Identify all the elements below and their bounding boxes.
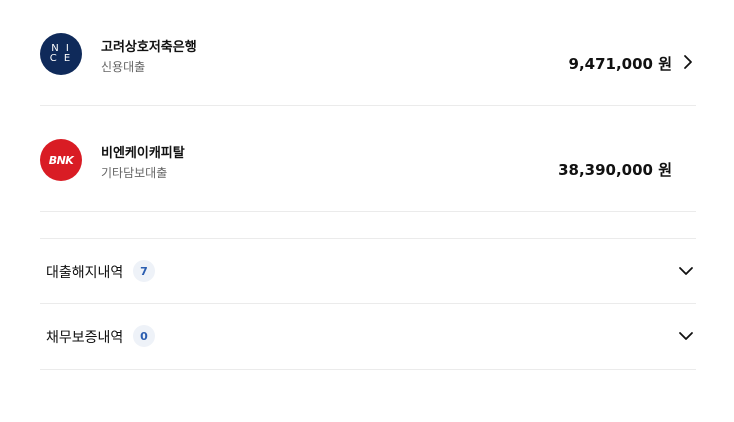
accordion-label: 대출해지내역 bbox=[46, 265, 124, 281]
chevron-right-icon[interactable] bbox=[680, 54, 696, 70]
loan-type: 기타담보대출 bbox=[101, 166, 168, 180]
bnk-logo: BNK bbox=[40, 139, 82, 181]
loan-type: 신용대출 bbox=[101, 60, 146, 74]
loan-item-goryeo[interactable]: N I C E 고려상호저축은행 신용대출 9,471,000 원 bbox=[40, 0, 696, 106]
chevron-down-icon[interactable] bbox=[678, 328, 694, 344]
loan-item-bnk: BNK 비엔케이캐피탈 기타담보대출 38,390,000 원 bbox=[40, 106, 696, 212]
count-badge: 0 bbox=[133, 325, 155, 347]
accordion-debt-guarantee[interactable]: 채무보증내역 0 bbox=[40, 304, 696, 370]
accordion-loan-termination[interactable]: 대출해지내역 7 bbox=[40, 238, 696, 304]
loan-amount: 38,390,000 원 bbox=[558, 161, 672, 179]
loan-amount: 9,471,000 원 bbox=[568, 55, 672, 73]
count-badge: 7 bbox=[133, 260, 155, 282]
accordion-label: 채무보증내역 bbox=[46, 330, 124, 346]
chevron-down-icon[interactable] bbox=[678, 263, 694, 279]
institution-name: 고려상호저축은행 bbox=[101, 40, 197, 55]
institution-name: 비엔케이캐피탈 bbox=[101, 146, 185, 161]
nice-logo: N I C E bbox=[40, 33, 82, 75]
